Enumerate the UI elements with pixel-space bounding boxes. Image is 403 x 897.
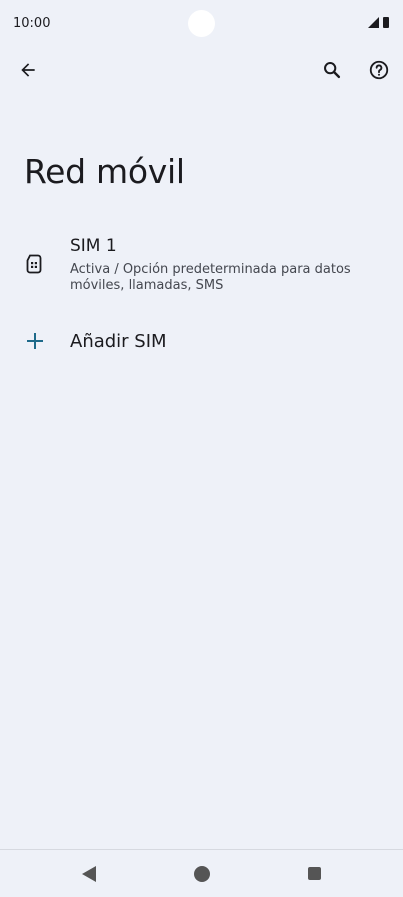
sim-1-summary: Activa / Opción predeterminada para dato… (70, 262, 351, 293)
navigation-bar (0, 849, 403, 897)
sim-card-icon (25, 254, 43, 278)
nav-home-icon[interactable] (194, 866, 210, 882)
search-button[interactable] (314, 52, 350, 88)
signal-icon (368, 17, 379, 28)
toolbar (0, 50, 403, 92)
camera-cutout (188, 10, 215, 37)
add-sim-item[interactable]: Añadir SIM (0, 322, 403, 362)
sim-1-title: SIM 1 (70, 236, 117, 256)
nav-recents-icon[interactable] (308, 867, 321, 880)
status-time: 10:00 (13, 16, 51, 31)
add-sim-label: Añadir SIM (70, 331, 167, 352)
arrow-left-icon (21, 63, 35, 77)
help-button[interactable] (361, 52, 397, 88)
back-button[interactable] (10, 52, 46, 88)
plus-icon (25, 331, 45, 355)
search-icon (324, 62, 341, 79)
help-circle-icon (369, 60, 389, 80)
nav-back-icon[interactable] (82, 866, 96, 882)
battery-icon (383, 17, 389, 28)
sim-1-item[interactable]: SIM 1 Activa / Opción predeterminada par… (0, 234, 403, 300)
status-icons (368, 17, 389, 28)
status-bar: 10:00 (0, 0, 403, 48)
page-title: Red móvil (24, 152, 185, 191)
